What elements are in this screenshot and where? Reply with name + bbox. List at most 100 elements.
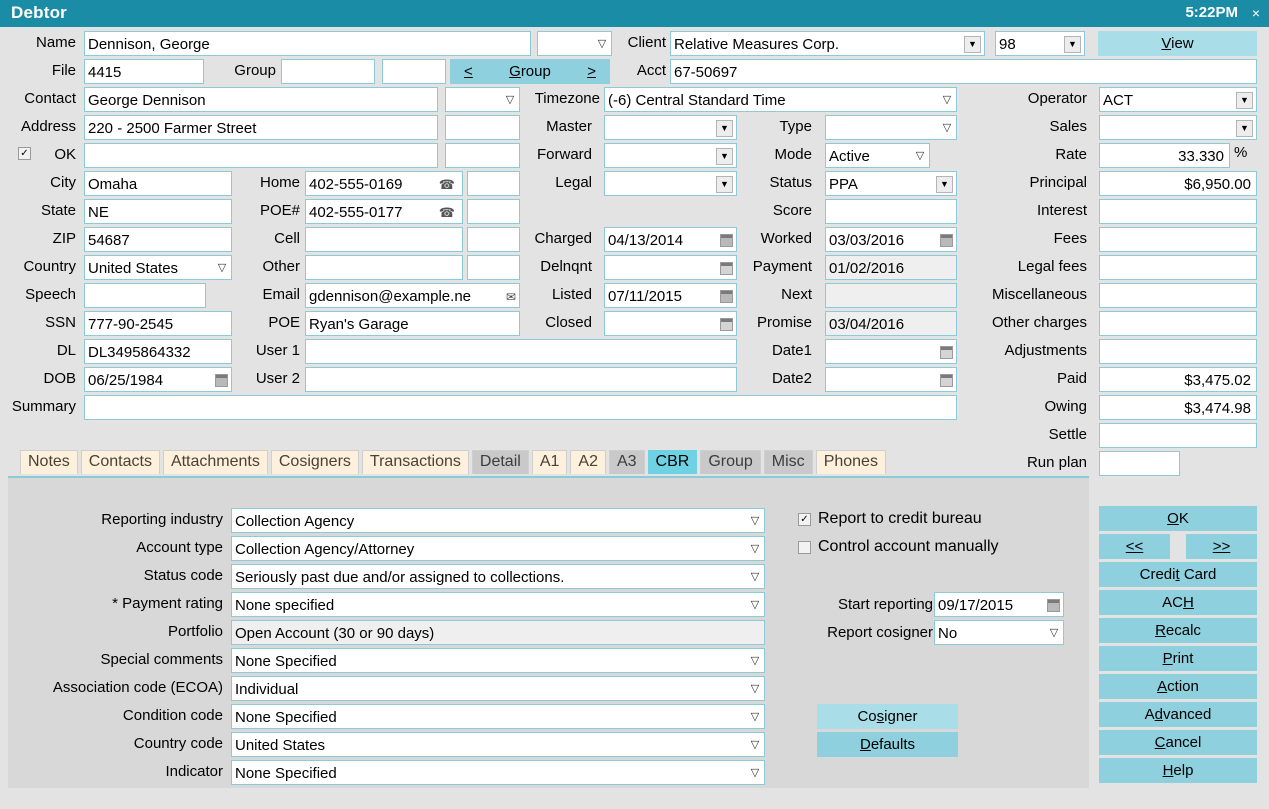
country-code-combo[interactable]: United States ▽ [231,732,765,757]
adjustments-input[interactable] [1099,339,1257,364]
legal-fees-input[interactable] [1099,255,1257,280]
principal-input[interactable]: $6,950.00 [1099,171,1257,196]
chevron-down-icon[interactable]: ▼ [964,36,981,53]
country-combo[interactable]: United States ▽ [84,255,232,280]
calendar-icon[interactable] [720,262,733,275]
email-input[interactable]: gdennison@example.ne ✉ [305,283,520,308]
ach-button[interactable]: ACH [1099,590,1257,615]
tab-phones[interactable]: Phones [815,450,886,474]
calendar-icon[interactable] [940,374,953,387]
phone-icon[interactable]: ☎ [439,206,455,219]
dob-input[interactable]: 06/25/1984 [84,367,232,392]
fees-input[interactable] [1099,227,1257,252]
other-charges-input[interactable] [1099,311,1257,336]
group-nav-label[interactable]: Group [473,63,587,80]
print-button[interactable]: Print [1099,646,1257,671]
close-icon[interactable]: × [1252,5,1260,21]
address-line1-input[interactable]: 220 - 2500 Farmer Street [84,115,438,140]
recalc-button[interactable]: Recalc [1099,618,1257,643]
user1-input[interactable] [305,339,737,364]
state-input[interactable]: NE [84,199,232,224]
action-button[interactable]: Action [1099,674,1257,699]
client-combo[interactable]: Relative Measures Corp. ▼ [670,31,985,56]
association-code-combo[interactable]: Individual ▽ [231,676,765,701]
poe-input[interactable]: Ryan's Garage [305,311,520,336]
run-plan-input[interactable] [1099,451,1180,476]
tab-detail[interactable]: Detail [471,450,529,474]
address-line2-input[interactable] [84,143,438,168]
listed-date-input[interactable]: 07/11/2015 [604,283,737,308]
ssn-input[interactable]: 777-90-2545 [84,311,232,336]
chevron-down-icon[interactable]: ▼ [716,148,733,165]
calendar-icon[interactable] [940,234,953,247]
defaults-button[interactable]: Defaults [817,732,958,757]
settle-input[interactable] [1099,423,1257,448]
tab-misc[interactable]: Misc [763,450,813,474]
poe-phone-input[interactable]: 402-555-0177 ☎ [305,199,463,224]
chevron-down-icon[interactable]: ▼ [1236,92,1253,109]
other-phone-input[interactable] [305,255,463,280]
city-input[interactable]: Omaha [84,171,232,196]
type-combo[interactable]: ▽ [825,115,957,140]
legal-combo[interactable]: ▼ [604,171,737,196]
paid-input[interactable]: $3,475.02 [1099,367,1257,392]
name-input[interactable]: Dennison, George [84,31,531,56]
tab-notes[interactable]: Notes [20,450,78,474]
cell-phone-input[interactable] [305,227,463,252]
score-input[interactable] [825,199,957,224]
cancel-button[interactable]: Cancel [1099,730,1257,755]
dl-input[interactable]: DL3495864332 [84,339,232,364]
account-type-combo[interactable]: Collection Agency/Attorney ▽ [231,536,765,561]
credit-card-button[interactable]: Credit Card [1099,562,1257,587]
report-cosigner-combo[interactable]: No ▽ [934,620,1064,645]
status-combo[interactable]: PPA ▼ [825,171,957,196]
phone-icon[interactable]: ☎ [439,178,455,191]
indicator-combo[interactable]: None Specified ▽ [231,760,765,785]
help-button[interactable]: Help [1099,758,1257,783]
tab-cosigners[interactable]: Cosigners [270,450,359,474]
ok-button[interactable]: OK [1099,506,1257,531]
chevron-down-icon[interactable]: ▼ [936,176,953,193]
miscellaneous-input[interactable] [1099,283,1257,308]
closed-date-input[interactable] [604,311,737,336]
status-code-combo[interactable]: Seriously past due and/or assigned to co… [231,564,765,589]
name-suffix-combo[interactable]: ▽ [537,31,612,56]
tab-cbr[interactable]: CBR [647,450,698,474]
master-combo[interactable]: ▼ [604,115,737,140]
control-account-manually-label[interactable]: Control account manually [818,536,1078,558]
acct-input[interactable]: 67-50697 [670,59,1257,84]
file-input[interactable]: 4415 [84,59,204,84]
control-account-manually-checkbox[interactable] [798,541,811,554]
date2-input[interactable] [825,367,957,392]
date1-input[interactable] [825,339,957,364]
zip-input[interactable]: 54687 [84,227,232,252]
operator-combo[interactable]: ACT ▼ [1099,87,1257,112]
report-to-credit-bureau-label[interactable]: Report to credit bureau [818,508,1078,530]
chevron-down-icon[interactable]: ▼ [1064,36,1081,53]
group-next-button[interactable]: > [587,63,596,80]
group-prev-button[interactable]: < [464,63,473,80]
calendar-icon[interactable] [720,318,733,331]
home-phone-input[interactable]: 402-555-0169 ☎ [305,171,463,196]
cosigner-button[interactable]: Cosigner [817,704,958,729]
interest-input[interactable] [1099,199,1257,224]
tab-transactions[interactable]: Transactions [361,450,469,474]
group-nav-bar[interactable]: < Group > [450,59,610,84]
view-button[interactable]: View [1098,31,1257,56]
charged-date-input[interactable]: 04/13/2014 [604,227,737,252]
sales-combo[interactable]: ▼ [1099,115,1257,140]
calendar-icon[interactable] [215,374,228,387]
calendar-icon[interactable] [720,234,733,247]
tab-contacts[interactable]: Contacts [80,450,160,474]
ok-checkbox[interactable]: ✓ [18,147,31,160]
chevron-down-icon[interactable]: ▼ [716,120,733,137]
group-secondary-input[interactable] [382,59,446,84]
calendar-icon[interactable] [940,346,953,359]
chevron-down-icon[interactable]: ▼ [716,176,733,193]
tab-a1[interactable]: A1 [531,450,568,474]
timezone-combo[interactable]: (-6) Central Standard Time ▽ [604,87,957,112]
tab-group[interactable]: Group [700,450,761,474]
calendar-icon[interactable] [1047,599,1060,612]
summary-input[interactable] [84,395,957,420]
start-reporting-date-input[interactable]: 09/17/2015 [934,592,1064,617]
